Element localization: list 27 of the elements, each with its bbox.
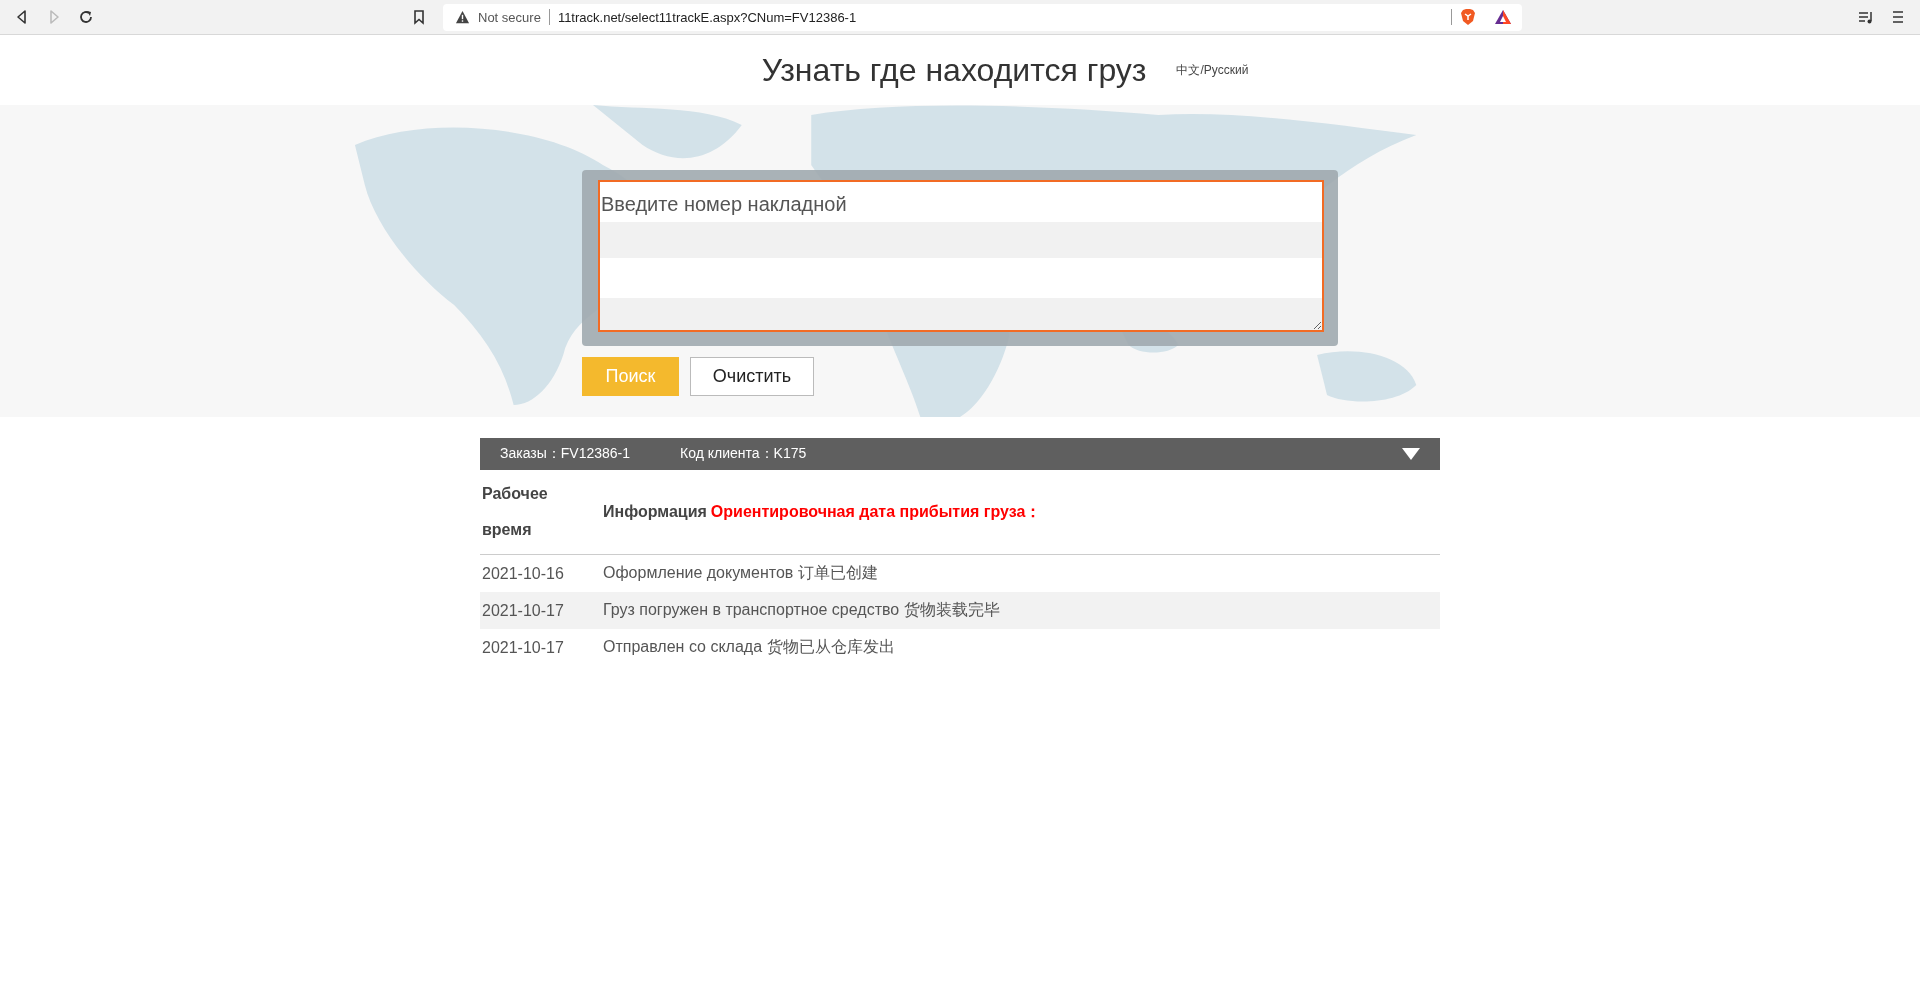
- caret-icon[interactable]: [1402, 448, 1420, 460]
- client-code: Код клиента：K175: [680, 445, 807, 463]
- date-cell: 2021-10-17: [482, 638, 564, 656]
- menu-icon[interactable]: [1890, 9, 1906, 25]
- date-cell: 2021-10-17: [482, 601, 564, 619]
- security-label: Not secure: [478, 9, 541, 25]
- triangle-icon[interactable]: [1494, 9, 1512, 25]
- info-cell: Оформление документов 订单已创建: [603, 564, 878, 581]
- input-field[interactable]: Введите номер накладной: [598, 180, 1324, 332]
- page-title: Узнать где находится груз: [761, 51, 1147, 89]
- info-cell: Отправлен со склада 货物已从仓库发出: [603, 638, 895, 655]
- column-header: Рабочее время: [482, 485, 548, 538]
- bookmark-icon[interactable]: [411, 9, 427, 25]
- url-text: 11track.net/select11trackE.aspx?CNum=FV12386-1: [557, 9, 857, 25]
- order-number: Заказы：FV12386-1: [500, 445, 631, 463]
- warning-icon: [455, 10, 470, 24]
- lion-shield-icon[interactable]: [1460, 8, 1476, 26]
- clear-button[interactable]: Очистить: [690, 357, 814, 396]
- language-link[interactable]: 中文/Русский: [1176, 61, 1249, 79]
- date-cell: 2021-10-16: [482, 564, 564, 582]
- arrival-date-label: Ориентировочная дата прибытия груза：: [710, 502, 1042, 520]
- reload-icon[interactable]: [78, 9, 94, 25]
- address-bar[interactable]: Not secure 11track.net/select11trackE.aspx?CNum=FV12386-1: [443, 3, 1522, 31]
- result-header-bar[interactable]: Заказы：FV12386-1 Код клиента：K175: [480, 438, 1440, 470]
- column-header: Информация: [603, 502, 707, 520]
- playlist-icon[interactable]: [1858, 9, 1874, 25]
- info-cell: Груз погружен в транспортное средство 货物装载完毕: [603, 601, 1000, 618]
